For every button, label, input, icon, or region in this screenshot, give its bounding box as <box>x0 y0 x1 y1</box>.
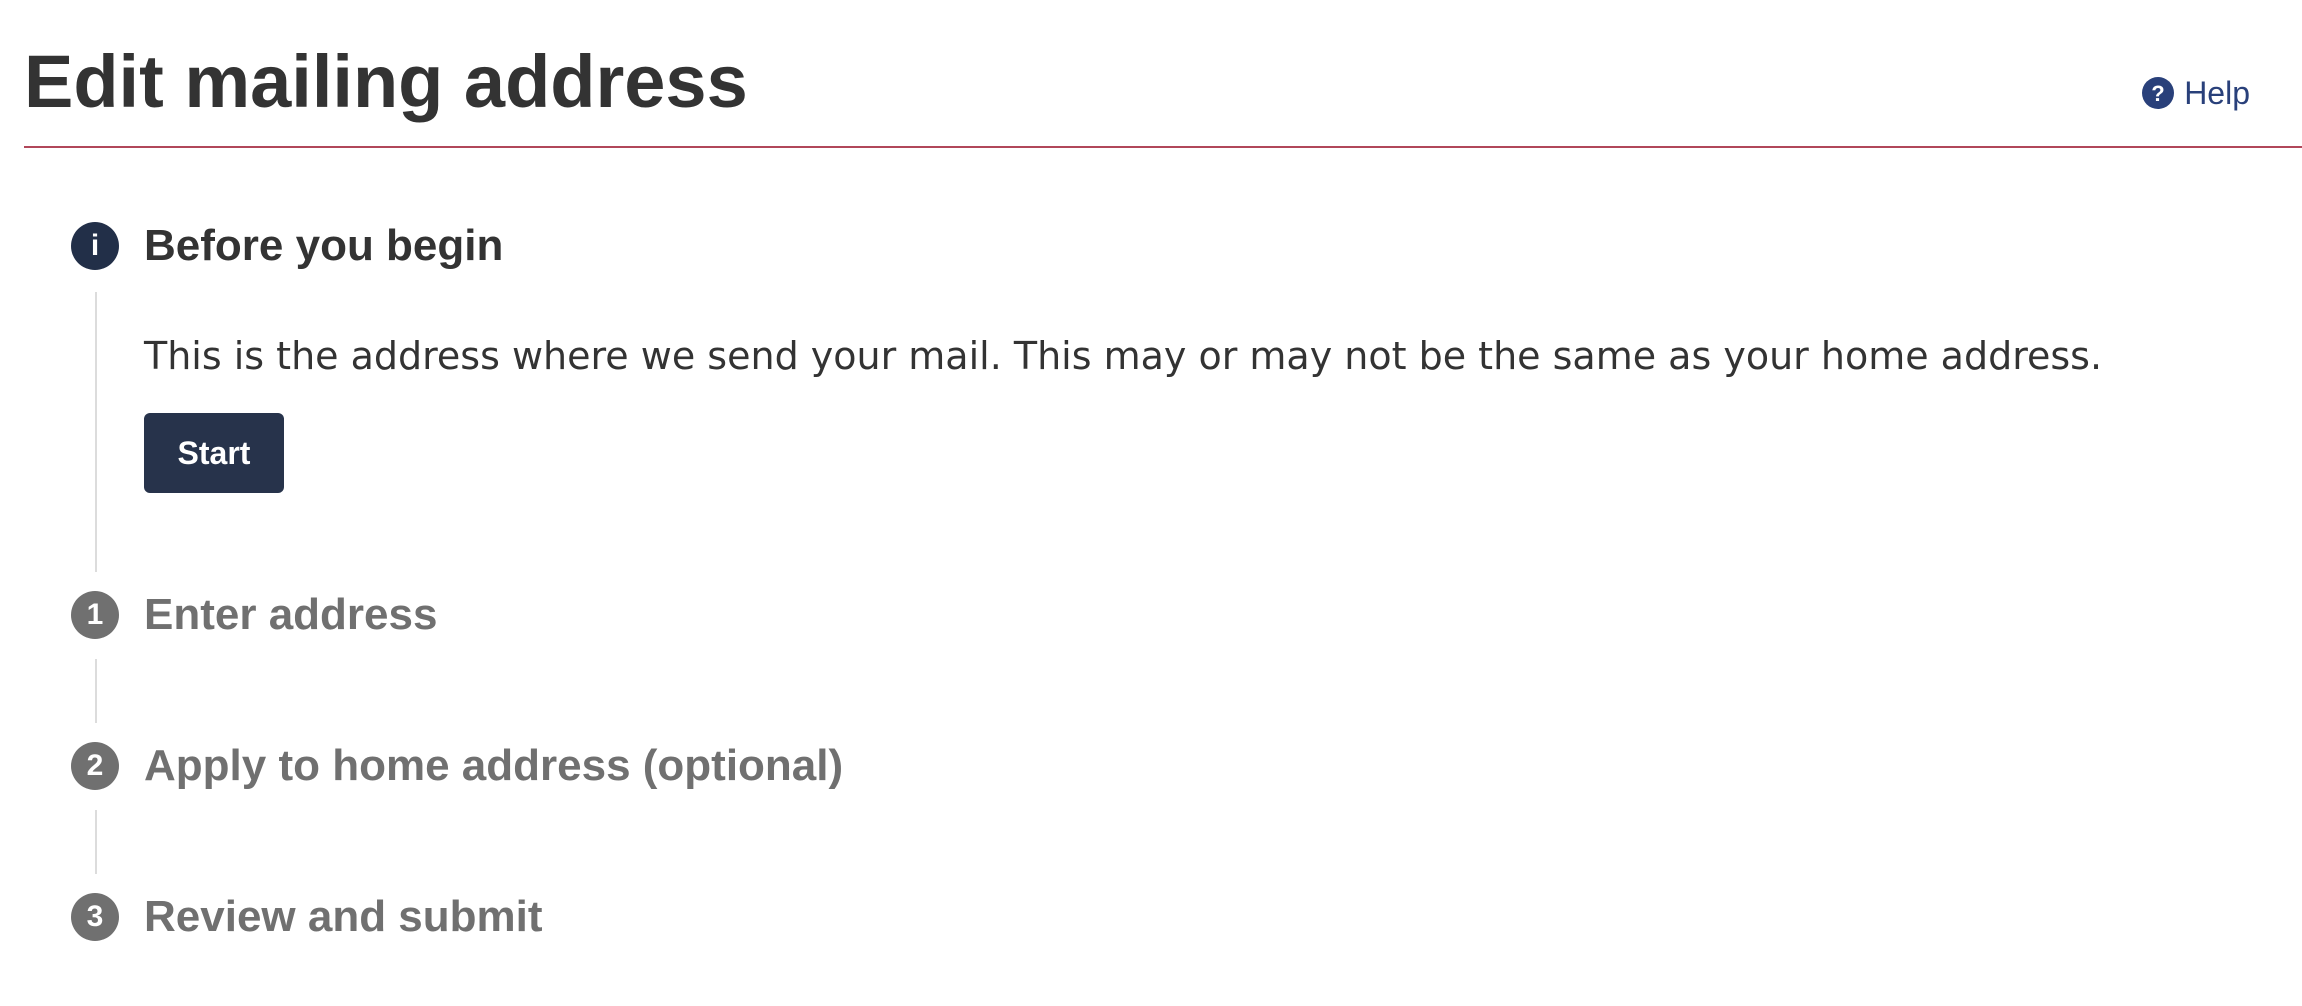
step-number-3: 3 <box>71 893 119 941</box>
title-divider <box>24 146 2302 148</box>
step-connector <box>95 659 97 723</box>
start-button[interactable]: Start <box>144 413 284 493</box>
page-title: Edit mailing address <box>24 40 748 123</box>
step-title-review-and-submit: Review and submit <box>144 892 543 941</box>
step-number-1: 1 <box>71 591 119 639</box>
step-description: This is the address where we send your m… <box>144 334 2103 378</box>
step-connector <box>95 292 97 572</box>
svg-text:?: ? <box>2151 81 2164 106</box>
info-icon: i <box>71 222 119 270</box>
help-link[interactable]: ? Help <box>2142 73 2250 113</box>
step-title-apply-to-home-address: Apply to home address (optional) <box>144 741 844 790</box>
step-connector <box>95 810 97 874</box>
step-number-2: 2 <box>71 742 119 790</box>
help-label: Help <box>2184 74 2250 111</box>
step-title-before-you-begin: Before you begin <box>144 221 504 270</box>
step-title-enter-address: Enter address <box>144 590 438 639</box>
question-circle-icon: ? <box>2142 77 2175 109</box>
